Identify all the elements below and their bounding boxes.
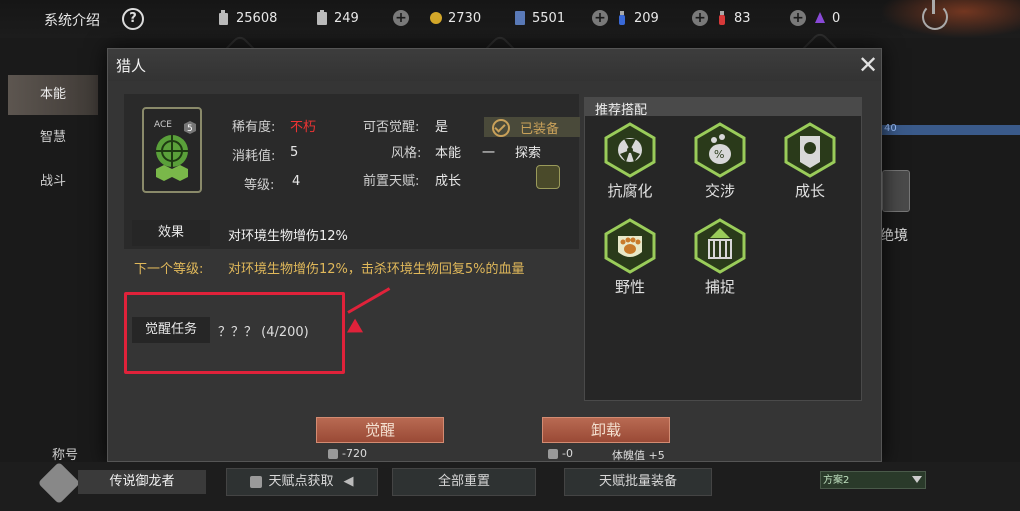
battery-counter: 249 <box>316 10 359 26</box>
level-label: 等级: <box>244 178 275 193</box>
prereq-label: 前置天赋: <box>363 174 420 189</box>
radiation-icon <box>602 122 658 178</box>
progress-bar <box>880 125 1020 135</box>
next-level-text: 对环境生物增伤12%，击杀环境生物回复5%的血量 <box>228 262 525 277</box>
talent-level-badge: 5 <box>187 124 193 134</box>
close-icon[interactable]: ✕ <box>858 53 878 77</box>
card-counter: 5501 <box>514 10 565 26</box>
style-label: 风格: <box>391 146 422 161</box>
side-talent-label: 绝境 <box>880 228 908 244</box>
modal-title: 猎人 <box>116 57 147 75</box>
power-icon[interactable] <box>922 4 948 30</box>
purple-crystal-counter: 0 <box>814 10 840 26</box>
top-resource-bar: 系统介绍 ? 25608 249 + 2730 5501 + 209 + 83 … <box>0 0 1020 38</box>
coin-icon <box>430 12 442 24</box>
highlight-arrow-head <box>342 318 364 340</box>
awaken-cost: -720 <box>328 447 367 460</box>
rarity-value: 不朽 <box>290 120 317 135</box>
talent-detail-modal: 猎人 ✕ ACE 5 稀有度: 不朽 消耗值: 5 等级: 4 可否觉醒: 是 … <box>107 48 882 462</box>
hunter-talent-icon: ACE 5 <box>142 107 202 193</box>
red-potion-icon <box>719 11 725 25</box>
talent-icon-text: ACE <box>154 120 172 130</box>
awakenable-value: 是 <box>435 120 449 135</box>
recommend-panel: 推荐搭配 抗腐化 % 交涉 成长 野性 捕捉 <box>584 97 862 401</box>
system-intro-link[interactable]: 系统介绍 <box>44 10 100 30</box>
title-label: 称号 <box>52 448 79 463</box>
svg-text:%: % <box>714 148 724 161</box>
highlight-frame <box>124 292 345 374</box>
coin-counter: 2730 <box>430 10 481 26</box>
tab-instinct[interactable]: 本能 <box>8 75 98 115</box>
tab-wisdom[interactable]: 智慧 <box>8 118 98 158</box>
capture-icon <box>692 218 748 274</box>
title-name[interactable]: 传说御龙者 <box>78 470 206 494</box>
add-red-potion-button[interactable]: + <box>790 10 806 26</box>
check-icon <box>492 119 510 137</box>
style-separator: 一 <box>482 146 496 161</box>
fuel-icon <box>219 10 228 25</box>
style-value-explore: 探索 <box>515 146 542 161</box>
next-level-label: 下一个等级: <box>134 262 204 277</box>
side-talent-icon[interactable] <box>882 170 910 212</box>
unequip-cost: -0 <box>548 447 573 460</box>
blue-potion-icon <box>619 11 625 25</box>
trade-icon: % <box>692 122 748 178</box>
recommend-item-anti-corrosion[interactable]: 抗腐化 <box>595 122 665 201</box>
awakenable-label: 可否觉醒: <box>363 120 420 135</box>
blue-potion-counter: 209 <box>616 10 659 26</box>
fuel-counter: 25608 <box>218 10 277 26</box>
growth-icon <box>782 122 838 178</box>
add-blue-potion-button[interactable]: + <box>692 10 708 26</box>
growth-prereq-icon[interactable] <box>536 165 560 189</box>
batch-equip-button[interactable]: 天赋批量装备 <box>564 468 712 496</box>
crosshair-icon: ACE 5 <box>148 113 196 187</box>
unequip-button[interactable]: 卸载 <box>542 417 670 443</box>
progress-label: 40 <box>884 123 897 134</box>
battery-icon <box>317 10 327 25</box>
red-potion-counter: 83 <box>716 10 751 26</box>
modal-header: 猎人 ✕ <box>108 49 881 81</box>
recommend-header: 推荐搭配 <box>585 98 861 118</box>
paw-icon <box>602 218 658 274</box>
help-icon[interactable]: ? <box>122 8 144 30</box>
talent-point-icon <box>328 449 338 459</box>
cost-value: 5 <box>290 145 299 160</box>
effect-text: 对环境生物增伤12% <box>228 229 348 244</box>
recommend-item-growth[interactable]: 成长 <box>775 122 845 201</box>
rarity-label: 稀有度: <box>232 120 276 135</box>
talent-points-button[interactable]: 天赋点获取 ◀ <box>226 468 378 496</box>
top-glow <box>880 0 1020 38</box>
talent-point-icon <box>548 449 558 459</box>
recommend-item-trade[interactable]: % 交涉 <box>685 122 755 201</box>
purple-crystal-icon <box>815 12 825 23</box>
power-icon-bar <box>932 0 935 14</box>
chevron-down-icon[interactable] <box>912 476 922 483</box>
add-battery-button[interactable]: + <box>393 10 409 26</box>
recommend-title: 推荐搭配 <box>595 103 648 118</box>
style-value-instinct: 本能 <box>435 146 462 161</box>
tab-combat[interactable]: 战斗 <box>8 162 98 202</box>
prereq-value: 成长 <box>435 174 462 189</box>
level-value: 4 <box>292 174 301 189</box>
reset-all-button[interactable]: 全部重置 <box>392 468 536 496</box>
card-icon <box>515 11 525 25</box>
recommend-item-capture[interactable]: 捕捉 <box>685 218 755 297</box>
unequip-extra: 体魄值 +5 <box>612 449 665 462</box>
recommend-item-wild[interactable]: 野性 <box>595 218 665 297</box>
add-card-button[interactable]: + <box>592 10 608 26</box>
talent-point-icon <box>250 475 263 488</box>
highlight-arrow <box>347 287 391 314</box>
equipped-status: 已装备 <box>484 117 580 137</box>
chevron-left-icon: ◀ <box>343 474 354 489</box>
effect-label: 效果 <box>132 220 210 246</box>
awaken-button[interactable]: 觉醒 <box>316 417 444 443</box>
cost-label: 消耗值: <box>232 149 276 164</box>
scheme-select[interactable]: 方案2 <box>820 471 926 489</box>
